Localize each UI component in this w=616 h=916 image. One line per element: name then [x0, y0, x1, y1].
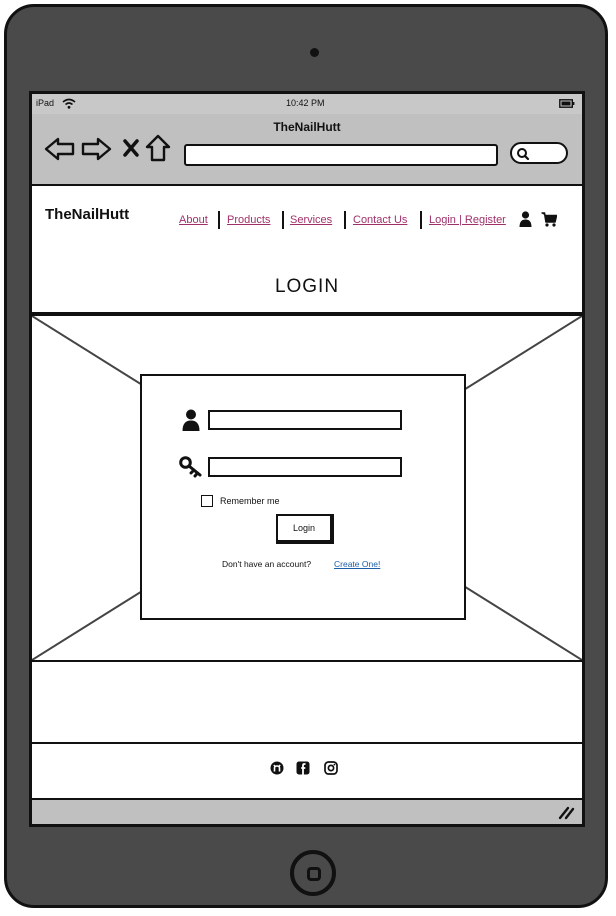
facebook-icon[interactable]: [296, 761, 310, 775]
resize-handle-icon[interactable]: [558, 804, 576, 820]
nav-link-services[interactable]: Services: [290, 214, 332, 226]
nav-link-contact[interactable]: Contact Us: [353, 214, 407, 226]
browser-bottom-bar: [32, 798, 582, 824]
brand-logo[interactable]: TheNailHutt: [45, 206, 129, 223]
wifi-icon: [62, 98, 76, 109]
url-input[interactable]: [184, 144, 498, 166]
nav-divider: [344, 211, 346, 229]
user-icon[interactable]: [519, 211, 532, 227]
cart-icon[interactable]: [541, 212, 557, 227]
status-time: 10:42 PM: [286, 98, 325, 108]
home-button[interactable]: [290, 850, 336, 896]
search-icon: [517, 148, 530, 161]
remember-me-checkbox[interactable]: [201, 495, 213, 507]
username-input[interactable]: [208, 410, 402, 430]
tab-title: TheNailHutt: [273, 120, 341, 134]
password-input[interactable]: [208, 457, 402, 477]
home-button-square: [307, 867, 321, 881]
no-account-text: Don't have an account?: [222, 559, 312, 569]
back-arrow-icon[interactable]: [44, 136, 76, 162]
hero-image-placeholder: Remember me Login Don't have an account?…: [32, 314, 582, 662]
instagram-icon[interactable]: [324, 761, 338, 775]
page-title: LOGIN: [274, 276, 340, 297]
nav-link-products[interactable]: Products: [227, 214, 270, 226]
screen: iPad 10:42 PM TheNailHutt TheNailHutt Ab…: [29, 91, 585, 827]
browser-toolbar: TheNailHutt: [32, 114, 582, 186]
forward-arrow-icon[interactable]: [80, 136, 112, 162]
browser-search-button[interactable]: [510, 142, 568, 164]
nav-divider: [420, 211, 422, 229]
nav-divider: [282, 211, 284, 229]
nav-link-login-register[interactable]: Login | Register: [429, 214, 506, 226]
close-icon[interactable]: [122, 138, 140, 158]
nav-link-about[interactable]: About: [179, 214, 208, 226]
site-header: TheNailHutt About Products Services Cont…: [32, 186, 582, 314]
footer: [32, 742, 582, 798]
camera: [310, 48, 319, 57]
status-bar: iPad 10:42 PM: [32, 94, 582, 114]
home-icon[interactable]: [145, 134, 171, 162]
nav-divider: [218, 211, 220, 229]
create-account-link[interactable]: Create One!: [334, 559, 380, 569]
user-icon: [182, 409, 200, 431]
remember-me-label: Remember me: [220, 496, 280, 506]
key-icon: [179, 456, 202, 478]
battery-icon: [559, 99, 575, 108]
login-card: Remember me Login Don't have an account?…: [140, 374, 466, 620]
login-button[interactable]: Login: [276, 514, 334, 544]
github-icon[interactable]: [270, 761, 284, 775]
device-label: iPad: [36, 98, 55, 108]
